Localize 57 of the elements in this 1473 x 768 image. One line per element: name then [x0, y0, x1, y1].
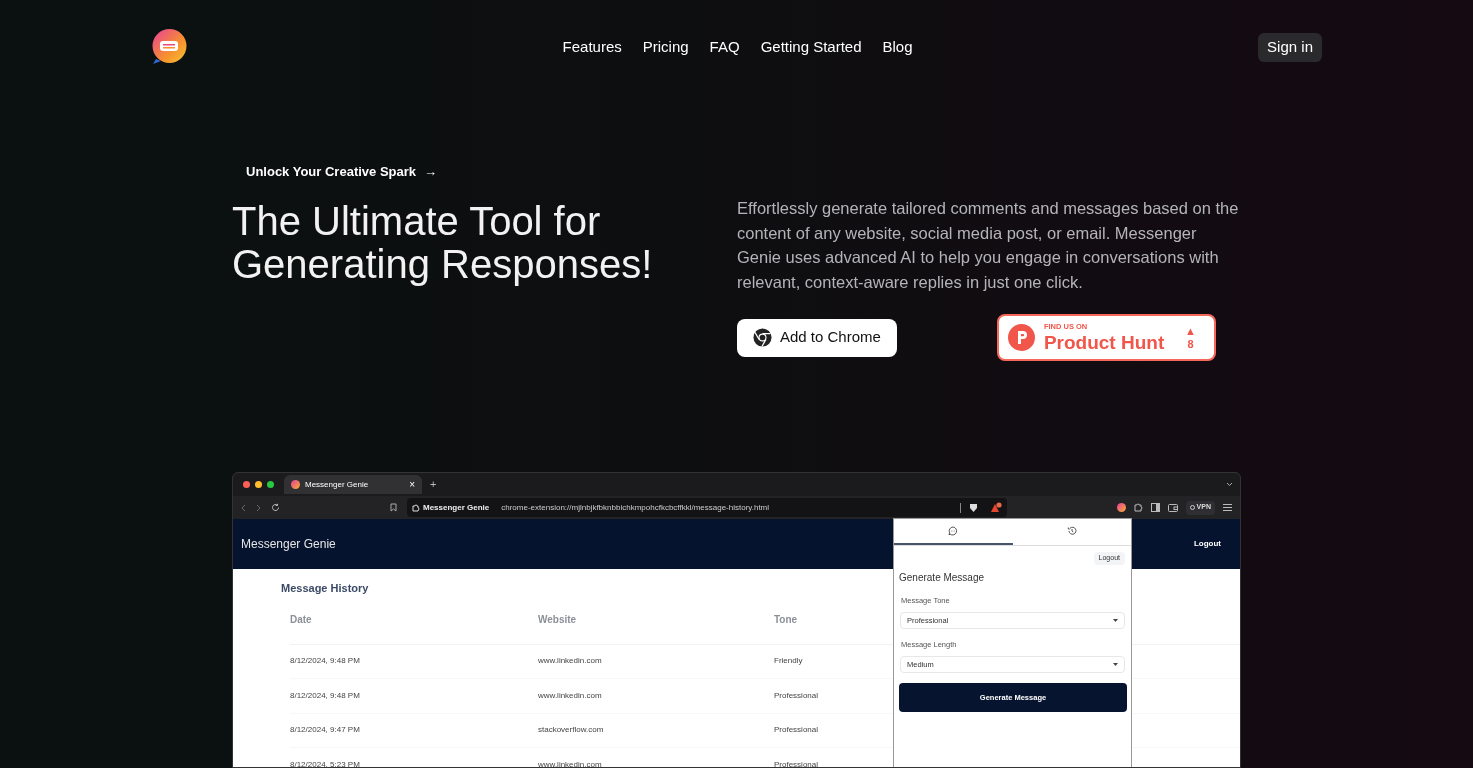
chat-bubble-logo-icon[interactable] — [152, 29, 187, 65]
table-cell: 8/12/2024, 9:48 PM — [290, 644, 538, 679]
popup-title: Generate Message — [899, 570, 986, 585]
chrome-icon — [753, 328, 772, 347]
puzzle-icon[interactable] — [1133, 503, 1143, 512]
hero-heading: Generating Responses! — [232, 243, 654, 286]
site-name: Messenger Genie — [423, 501, 490, 514]
tab-title: Messenger Genie — [305, 478, 369, 491]
column-header: Website — [538, 611, 774, 645]
add-to-chrome-button[interactable]: Add to Chrome — [737, 318, 897, 357]
arrow-icon: → — [424, 162, 438, 182]
address-bar[interactable]: Messenger Genie chrome-extension://mjlnbjkfbknbbichkmpohcfkcbcffkkl/message-history.html — [407, 498, 1007, 517]
forward-icon[interactable] — [256, 503, 261, 512]
section-heading: Message History — [281, 581, 370, 596]
chevron-down-icon[interactable] — [1226, 482, 1233, 487]
url-text: chrome-extension://mjlnbjkfbknbbichkmpohcfkcbcffkkl/message-history.html — [501, 501, 770, 514]
product-hunt-logo-icon — [1007, 324, 1035, 351]
close-icon[interactable]: × — [409, 477, 415, 492]
table-cell: 8/12/2024, 9:48 PM — [290, 679, 538, 714]
upvote-count: 8 — [1187, 338, 1194, 350]
nav-link[interactable]: Pricing — [642, 35, 689, 59]
shield-icon[interactable] — [969, 502, 978, 513]
browser-tab[interactable]: Messenger Genie × — [284, 475, 422, 494]
triangle-icon[interactable] — [990, 502, 1002, 513]
hero-heading: The Ultimate Tool for — [232, 200, 602, 243]
upvote-arrow-icon: ▲ — [1185, 325, 1196, 337]
nav-link[interactable]: Blog — [882, 35, 913, 59]
history-icon — [1066, 526, 1077, 536]
back-icon[interactable] — [241, 503, 246, 512]
nav-link[interactable]: FAQ — [709, 35, 740, 59]
eyebrow-text: Unlock Your Creative Spark — [246, 163, 417, 182]
table-cell: 8/12/2024, 5:23 PM — [290, 748, 538, 767]
wallet-icon[interactable] — [1167, 503, 1178, 512]
badge-title: Product Hunt — [1043, 332, 1165, 352]
tab-favicon-icon — [291, 480, 300, 489]
app-brand: Messenger Genie — [241, 536, 336, 553]
hero-description: Effortlessly generate tailored comments and messages based on the content of any website, social media post, or email. Messenger Genie uses advanced AI to help you engage in conversations with relevant, context-aware replies in just one click. — [737, 198, 1240, 293]
sidebar-icon[interactable] — [1150, 503, 1160, 512]
sign-in-button[interactable]: Sign in — [1258, 32, 1322, 62]
table-cell: stackoverflow.com — [538, 713, 774, 748]
nav-link[interactable]: Features — [562, 35, 622, 59]
reload-icon[interactable] — [271, 503, 280, 512]
table-cell: www.linkedin.com — [538, 644, 774, 679]
bookmark-icon[interactable] — [390, 503, 397, 512]
extension-icon[interactable] — [1116, 503, 1126, 512]
table-cell: 8/12/2024, 9:47 PM — [290, 713, 538, 748]
chat-icon — [948, 526, 959, 536]
table-cell: www.linkedin.com — [538, 679, 774, 714]
puzzle-icon — [412, 503, 420, 512]
new-tab-icon[interactable]: + — [430, 476, 437, 493]
caret-icon — [1113, 663, 1118, 666]
column-header: Date — [290, 611, 538, 645]
table-cell: www.linkedin.com — [538, 748, 774, 767]
menu-icon[interactable] — [1223, 504, 1232, 511]
caret-icon — [1113, 618, 1118, 622]
nav-link[interactable]: Getting Started — [760, 35, 862, 59]
logout-button[interactable]: Logout — [1193, 538, 1221, 550]
